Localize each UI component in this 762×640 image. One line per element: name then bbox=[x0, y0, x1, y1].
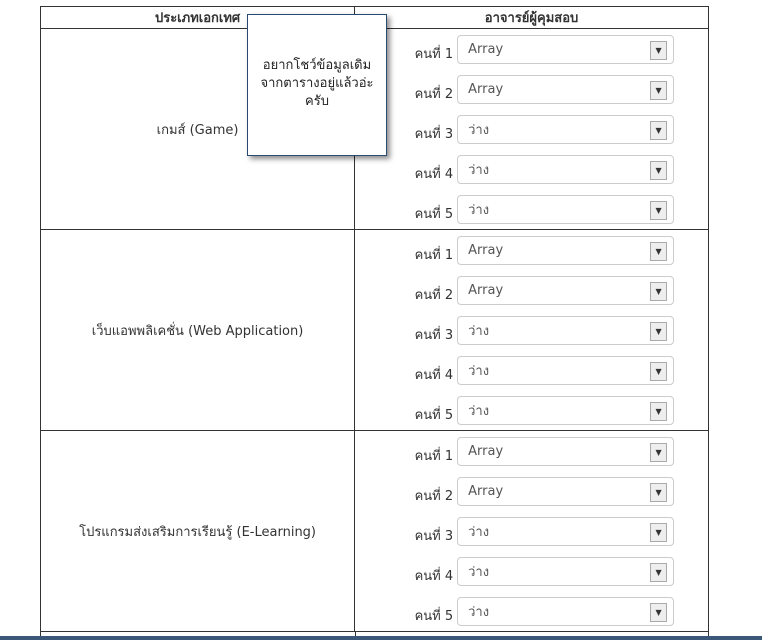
examiner-slot: คนที่ 3 ว่าง ▼ bbox=[355, 310, 708, 350]
select-value: ว่าง bbox=[468, 604, 490, 620]
annotation-popup: อยากโชว์ข้อมูลเดิม จากตารางอยู่แล้วอ่ะ ค… bbox=[247, 14, 387, 156]
chevron-down-icon[interactable]: ▼ bbox=[650, 522, 668, 542]
select-value: ว่าง bbox=[468, 162, 490, 178]
chevron-down-icon[interactable]: ▼ bbox=[650, 200, 668, 220]
examiner-label: คนที่ 2 bbox=[414, 86, 454, 102]
examiners-cell: คนที่ 1 Array ▼ คนที่ 2 Array ▼ คนที่ 3 ว่าง ▼ คน… bbox=[354, 229, 709, 431]
examiner-slot: คนที่ 4 ว่าง ▼ bbox=[355, 149, 708, 189]
examiner-slot: คนที่ 5 ว่าง ▼ bbox=[355, 591, 708, 631]
select-value: Array bbox=[468, 443, 504, 459]
chevron-down-icon[interactable]: ▼ bbox=[650, 401, 668, 421]
examiner-slot: คนที่ 2 Array ▼ bbox=[355, 471, 708, 511]
select-value: ว่าง bbox=[468, 363, 490, 379]
chevron-down-icon[interactable]: ▼ bbox=[650, 321, 668, 341]
examiner-select[interactable]: ว่าง ▼ bbox=[457, 114, 675, 144]
table-row: เว็บแอพพลิเคชั่น (Web Application) คนที่ … bbox=[39, 229, 709, 431]
examiner-select[interactable]: ว่าง ▼ bbox=[457, 194, 675, 224]
examiner-label: คนที่ 3 bbox=[414, 126, 454, 142]
select-value: Array bbox=[468, 41, 504, 57]
examiner-select[interactable]: ว่าง ▼ bbox=[457, 395, 675, 425]
chevron-down-icon[interactable]: ▼ bbox=[650, 241, 668, 261]
chevron-down-icon[interactable]: ▼ bbox=[650, 40, 668, 60]
select-value: Array bbox=[468, 242, 504, 258]
examiner-slot: คนที่ 1 Array ▼ bbox=[355, 29, 708, 69]
chevron-down-icon[interactable]: ▼ bbox=[650, 80, 668, 100]
examiner-slot: คนที่ 3 ว่าง ▼ bbox=[355, 109, 708, 149]
examiner-select[interactable]: Array ▼ bbox=[457, 74, 675, 104]
examiner-select[interactable]: Array ▼ bbox=[457, 275, 675, 305]
select-value: Array bbox=[468, 81, 504, 97]
examiner-select[interactable]: Array ▼ bbox=[457, 476, 675, 506]
category-cell: เว็บแอพพลิเคชั่น (Web Application) bbox=[39, 229, 356, 431]
examiner-label: คนที่ 1 bbox=[414, 247, 454, 263]
examiner-slot: คนที่ 4 ว่าง ▼ bbox=[355, 350, 708, 390]
examiner-label: คนที่ 3 bbox=[414, 528, 454, 544]
select-value: Array bbox=[468, 282, 504, 298]
examiners-cell: คนที่ 1 Array ▼ คนที่ 2 Array ▼ คนที่ 3 ว่าง ▼ คน… bbox=[354, 430, 709, 632]
category-cell: โปรแกรมส่งเสริมการเรียนรู้ (E-Learning) bbox=[39, 430, 356, 632]
examiner-label: คนที่ 4 bbox=[414, 568, 454, 584]
select-value: ว่าง bbox=[468, 122, 490, 138]
examiner-slot: คนที่ 2 Array ▼ bbox=[355, 69, 708, 109]
examiner-slot: คนที่ 5 ว่าง ▼ bbox=[355, 189, 708, 229]
examiner-label: คนที่ 5 bbox=[414, 407, 454, 423]
select-value: ว่าง bbox=[468, 564, 490, 580]
examiner-select[interactable]: ว่าง ▼ bbox=[457, 355, 675, 385]
examiner-select[interactable]: ว่าง ▼ bbox=[457, 596, 675, 626]
examiner-select[interactable]: ว่าง ▼ bbox=[457, 556, 675, 586]
examiner-label: คนที่ 1 bbox=[414, 46, 454, 62]
examiner-select[interactable]: ว่าง ▼ bbox=[457, 516, 675, 546]
chevron-down-icon[interactable]: ▼ bbox=[650, 562, 668, 582]
examiner-select[interactable]: Array ▼ bbox=[457, 235, 675, 265]
examiner-slot: คนที่ 5 ว่าง ▼ bbox=[355, 390, 708, 430]
examiner-label: คนที่ 5 bbox=[414, 608, 454, 624]
select-value: Array bbox=[468, 483, 504, 499]
examiner-slot: คนที่ 1 Array ▼ bbox=[355, 230, 708, 270]
chevron-down-icon[interactable]: ▼ bbox=[650, 361, 668, 381]
examiner-select[interactable]: ว่าง ▼ bbox=[457, 154, 675, 184]
chevron-down-icon[interactable]: ▼ bbox=[650, 160, 668, 180]
examiner-slot: คนที่ 4 ว่าง ▼ bbox=[355, 551, 708, 591]
chevron-down-icon[interactable]: ▼ bbox=[650, 482, 668, 502]
examiner-slot: คนที่ 3 ว่าง ▼ bbox=[355, 511, 708, 551]
select-value: ว่าง bbox=[468, 524, 490, 540]
examiner-label: คนที่ 1 bbox=[414, 448, 454, 464]
select-value: ว่าง bbox=[468, 323, 490, 339]
examiner-label: คนที่ 3 bbox=[414, 327, 454, 343]
examiner-slot: คนที่ 1 Array ▼ bbox=[355, 431, 708, 471]
chevron-down-icon[interactable]: ▼ bbox=[650, 120, 668, 140]
taskbar bbox=[0, 636, 762, 640]
chevron-down-icon[interactable]: ▼ bbox=[650, 442, 668, 462]
examiner-select[interactable]: Array ▼ bbox=[457, 436, 675, 466]
chevron-down-icon[interactable]: ▼ bbox=[650, 281, 668, 301]
examiner-label: คนที่ 2 bbox=[414, 488, 454, 504]
examiner-slot: คนที่ 2 Array ▼ bbox=[355, 270, 708, 310]
popup-line: ครับ bbox=[305, 94, 329, 109]
table-row: โปรแกรมส่งเสริมการเรียนรู้ (E-Learning) ค… bbox=[39, 430, 709, 632]
chevron-down-icon[interactable]: ▼ bbox=[650, 602, 668, 622]
header-examiners: อาจารย์ผู้คุมสอบ bbox=[354, 6, 709, 29]
select-value: ว่าง bbox=[468, 403, 490, 419]
examiner-label: คนที่ 2 bbox=[414, 287, 454, 303]
examiner-label: คนที่ 4 bbox=[414, 367, 454, 383]
popup-line: จากตารางอยู่แล้วอ่ะ bbox=[260, 76, 374, 91]
examiners-cell: คนที่ 1 Array ▼ คนที่ 2 Array ▼ คนที่ 3 ว่าง ▼ คน… bbox=[354, 28, 709, 230]
examiner-label: คนที่ 5 bbox=[414, 206, 454, 222]
popup-line: อยากโชว์ข้อมูลเดิม bbox=[262, 58, 372, 73]
examiner-select[interactable]: ว่าง ▼ bbox=[457, 315, 675, 345]
select-value: ว่าง bbox=[468, 202, 490, 218]
examiner-label: คนที่ 4 bbox=[414, 166, 454, 182]
examiner-select[interactable]: Array ▼ bbox=[457, 34, 675, 64]
